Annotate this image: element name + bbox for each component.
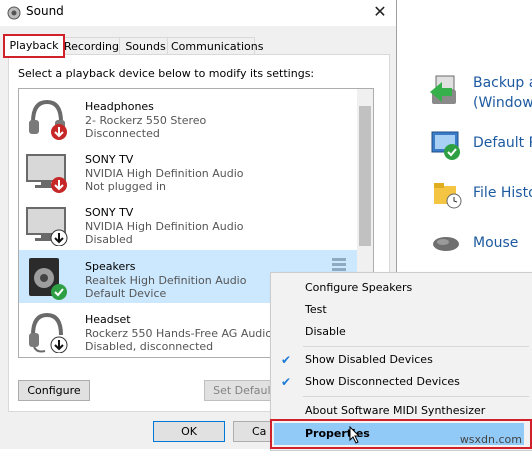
menu-item-label: Configure Speakers — [305, 281, 413, 294]
device-item-headphones[interactable]: Headphones 2- Rockerz 550 Stereo Disconn… — [19, 90, 357, 143]
cp-item-label: Backup a — [473, 75, 532, 91]
backup-icon — [430, 75, 456, 104]
device-description: Rockerz 550 Hands-Free AG Audio — [85, 327, 273, 340]
menu-item-label: Test — [305, 303, 327, 316]
tab-sounds[interactable]: Sounds — [119, 37, 172, 55]
device-status: Disabled, disconnected — [85, 340, 214, 353]
menu-item-show-disabled-devices[interactable]: ✔ Show Disabled Devices — [271, 349, 531, 371]
check-icon: ✔ — [281, 353, 292, 367]
headset-icon — [29, 312, 68, 353]
configure-button[interactable]: Configure — [18, 380, 90, 401]
menu-item-disable[interactable]: Disable — [271, 321, 531, 343]
menu-separator — [303, 396, 529, 397]
device-description: NVIDIA High Definition Audio — [85, 167, 244, 180]
cp-item-label: File Histo — [473, 185, 532, 201]
cp-item-label-2: (Window — [473, 95, 532, 111]
monitor-icon — [26, 207, 68, 246]
menu-item-show-disconnected-devices[interactable]: ✔ Show Disconnected Devices — [271, 371, 531, 393]
device-description: Realtek High Definition Audio — [85, 274, 247, 287]
default-device-check-icon — [51, 284, 67, 300]
speaker-icon — [29, 258, 67, 300]
file-history-icon — [434, 183, 462, 209]
device-status: Default Device — [85, 287, 167, 300]
device-name: Headphones — [85, 100, 154, 113]
instruction-text: Select a playback device below to modify… — [18, 67, 315, 80]
device-status: Disconnected — [85, 127, 160, 140]
ok-button[interactable]: OK — [153, 421, 225, 442]
menu-item-configure-speakers[interactable]: Configure Speakers — [271, 277, 531, 299]
close-icon[interactable]: ✕ — [370, 2, 390, 22]
window-title: Sound — [26, 4, 64, 18]
device-status: Not plugged in — [85, 180, 167, 193]
device-name: Speakers — [85, 260, 136, 273]
monitor-icon — [26, 154, 67, 193]
title-bar: Sound ✕ — [0, 0, 396, 26]
device-description: NVIDIA High Definition Audio — [85, 220, 244, 233]
device-item-sony-tv[interactable]: SONY TV NVIDIA High Definition Audio Not… — [19, 143, 357, 196]
tab-playback[interactable]: Playback — [3, 34, 65, 58]
cp-item-label: Default P — [473, 135, 532, 151]
check-icon: ✔ — [281, 375, 292, 389]
cp-item-label: Mouse — [473, 235, 519, 251]
device-name: Headset — [85, 313, 131, 326]
mouse-icon — [433, 237, 459, 251]
menu-item-label: Show Disabled Devices — [305, 353, 433, 366]
menu-item-label: Disable — [305, 325, 346, 338]
device-status: Disabled — [85, 233, 133, 246]
device-description: 2- Rockerz 550 Stereo — [85, 114, 207, 127]
headphones-icon — [29, 99, 67, 140]
device-name: SONY TV — [85, 206, 134, 219]
menu-separator — [303, 346, 529, 347]
device-item-sony-tv-disabled[interactable]: SONY TV NVIDIA High Definition Audio Dis… — [19, 196, 357, 249]
default-programs-icon — [431, 131, 460, 160]
menu-item-test[interactable]: Test — [271, 299, 531, 321]
menu-item-label: Show Disconnected Devices — [305, 375, 460, 388]
mouse-cursor-icon — [349, 426, 361, 444]
scrollbar-thumb[interactable] — [359, 106, 371, 246]
watermark: wsxdn.com — [459, 433, 522, 446]
speaker-app-icon — [7, 6, 21, 20]
tab-recording[interactable]: Recording — [60, 37, 122, 55]
tab-communications[interactable]: Communications — [167, 37, 263, 55]
device-name: SONY TV — [85, 153, 134, 166]
